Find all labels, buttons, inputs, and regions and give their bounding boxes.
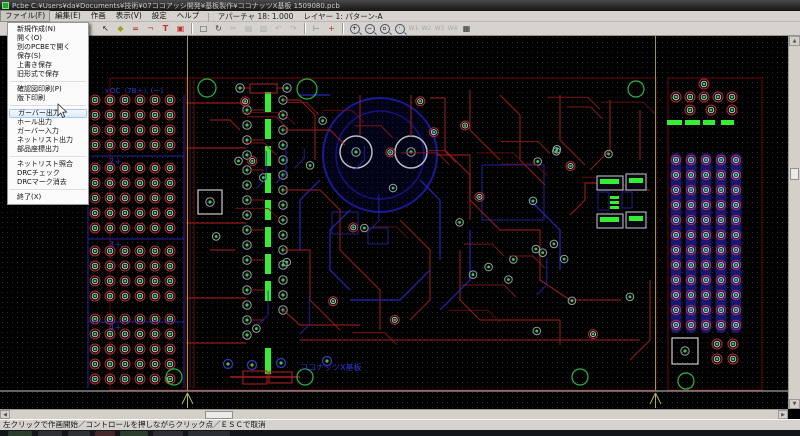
file-menu-item[interactable]: 新規作成(N) (8, 25, 88, 34)
line-tool-icon[interactable]: = (129, 22, 143, 36)
file-menu-item[interactable]: 開く(O) (8, 34, 88, 43)
origin-cross-icon[interactable]: + (325, 22, 339, 36)
vertical-scroll-thumb[interactable] (790, 168, 799, 180)
snap-icon[interactable]: ⊢ (310, 22, 324, 36)
toolbar-separator (191, 23, 193, 34)
scroll-down-button[interactable]: ▼ (789, 399, 800, 409)
taskbar-button (188, 431, 230, 436)
menubar-item[interactable]: ヘルプ (172, 11, 205, 21)
rotate-icon[interactable]: ↻ (212, 22, 226, 36)
file-menu-item[interactable]: ガーバー入力 (8, 127, 88, 136)
redo-icon[interactable]: ↷ (287, 22, 301, 36)
w2-label[interactable]: W2 (420, 25, 433, 32)
undo-icon[interactable]: ↶ (272, 22, 286, 36)
pad-tool-icon[interactable]: ◆ (114, 22, 128, 36)
taskbar-button (68, 431, 90, 436)
file-menu-item[interactable]: 確認図印刷(P) (8, 85, 88, 94)
text-tool-icon[interactable]: T (159, 22, 173, 36)
toolbar-separator (342, 23, 344, 34)
pcb-drawing[interactable]: ×OC（7B＋）(ー) 2＋ 3＋ 4＋ ココナッツX基板 (0, 36, 788, 409)
menu-separator (10, 189, 86, 191)
taskbar-button (120, 431, 148, 436)
status-text: 左クリックで作画開始／コントロールを押しながらクリック点／ＥＳＣで取消 (3, 420, 266, 429)
taskbar-button (8, 431, 32, 436)
zoom-area-icon[interactable]: ▫ (378, 22, 392, 36)
file-menu-item[interactable]: DRCチェック (8, 169, 88, 178)
file-menu-item[interactable]: 保存(S) (8, 52, 88, 61)
taskbar-button (153, 431, 183, 436)
w1-label[interactable]: W1 (407, 25, 420, 32)
pcb-canvas[interactable]: ×OC（7B＋）(ー) 2＋ 3＋ 4＋ ココナッツX基板 (0, 36, 788, 409)
menubar-item[interactable]: ファイル(F) (0, 10, 50, 22)
file-menu-item[interactable]: 上書き保存 (8, 61, 88, 70)
pcbe-window: { "window": { "title": "Pcbe C:¥Users¥da… (0, 0, 800, 436)
file-menu-item[interactable]: ネットリスト照合 (8, 160, 88, 169)
menubar-item[interactable]: 作画 (86, 11, 111, 21)
file-menu-item[interactable]: ガーバー出力 (9, 109, 87, 118)
menu-separator (10, 156, 86, 158)
menu-separator (10, 81, 86, 83)
taskbar-button (38, 431, 62, 436)
menubar-item[interactable]: 設定 (147, 11, 172, 21)
copy-icon[interactable]: ▤ (242, 22, 256, 36)
file-menu-item[interactable]: 版下印刷 (8, 94, 88, 103)
file-menu-item[interactable]: 部品座標出力 (8, 145, 88, 154)
paste-icon[interactable]: ▥ (257, 22, 271, 36)
file-menu-item[interactable]: DRCマーク消去 (8, 178, 88, 187)
file-menu-item[interactable]: 終了(X) (8, 193, 88, 202)
svg-text:ココナッツX基板: ココナッツX基板 (300, 362, 361, 372)
menubar: ファイル(F)編集(E)作画表示(V)設定ヘルプ | アパーチャ 18: 1.0… (0, 11, 800, 22)
taskbar-button (95, 431, 115, 436)
svg-text:2＋: 2＋ (109, 157, 122, 166)
file-menu-item[interactable]: ネットリスト出力 (8, 136, 88, 145)
toolbar: ↖◆=¬T▣□↻✂▤▥↶↷⊢++−▫·W1W2W3W4▦ (0, 22, 800, 36)
file-menu-item[interactable]: 別のPCBEで開く (8, 43, 88, 52)
zoom-in-icon[interactable]: + (348, 22, 362, 36)
file-menu-item[interactable]: 旧形式で保存 (8, 70, 88, 79)
horizontal-scroll-thumb[interactable] (205, 411, 233, 419)
statusbar: 左クリックで作画開始／コントロールを押しながらクリック点／ＥＳＣで取消 (0, 419, 800, 430)
select-rect-icon[interactable]: □ (197, 22, 211, 36)
menu-separator (10, 105, 86, 107)
scroll-up-button[interactable]: ▲ (789, 36, 800, 46)
toolbar-separator (304, 23, 306, 34)
taskbar[interactable] (0, 430, 800, 436)
fill-tool-icon[interactable]: ▣ (174, 22, 188, 36)
zoom-fit-icon[interactable]: · (393, 22, 407, 36)
titlebar[interactable]: Pcbe C:¥Users¥da¥Documents¥技術¥07ココアッシ開発¥… (0, 0, 800, 11)
w4-label[interactable]: W4 (446, 25, 459, 32)
cursor-tool-icon[interactable]: ↖ (99, 22, 113, 36)
zoom-out-icon[interactable]: − (363, 22, 377, 36)
mouse-cursor (57, 103, 69, 120)
vertical-scrollbar[interactable]: ▲ ▼ (788, 36, 800, 409)
cut-icon[interactable]: ✂ (227, 22, 241, 36)
layer-indicator: レイヤー 1: パターン-A (298, 11, 387, 22)
window-title: Pcbe C:¥Users¥da¥Documents¥技術¥07ココアッシ開発¥… (12, 1, 340, 11)
file-menu: 新規作成(N)開く(O)別のPCBEで開く保存(S)上書き保存旧形式で保存確認図… (7, 22, 89, 205)
menubar-item[interactable]: 表示(V) (111, 11, 147, 21)
file-menu-item[interactable]: ホール出力 (8, 118, 88, 127)
aperture-indicator: アパーチャ 18: 1.000 (213, 11, 299, 22)
svg-text:3＋: 3＋ (109, 240, 122, 249)
menubar-item[interactable]: 編集(E) (50, 11, 86, 21)
grid-toggle-icon[interactable]: ▦ (460, 22, 474, 36)
w3-label[interactable]: W3 (433, 25, 446, 32)
app-icon (2, 2, 9, 9)
scroll-right-button[interactable]: ▶ (778, 410, 788, 419)
menubar-separator: | (204, 12, 213, 21)
horizontal-scrollbar[interactable]: ◀ ▶ (0, 409, 788, 419)
scroll-left-button[interactable]: ◀ (0, 410, 10, 419)
bend-line-tool-icon[interactable]: ¬ (144, 22, 158, 36)
svg-text:4＋: 4＋ (109, 323, 122, 332)
svg-text:×OC（7B＋）(ー): ×OC（7B＋）(ー) (104, 87, 163, 95)
